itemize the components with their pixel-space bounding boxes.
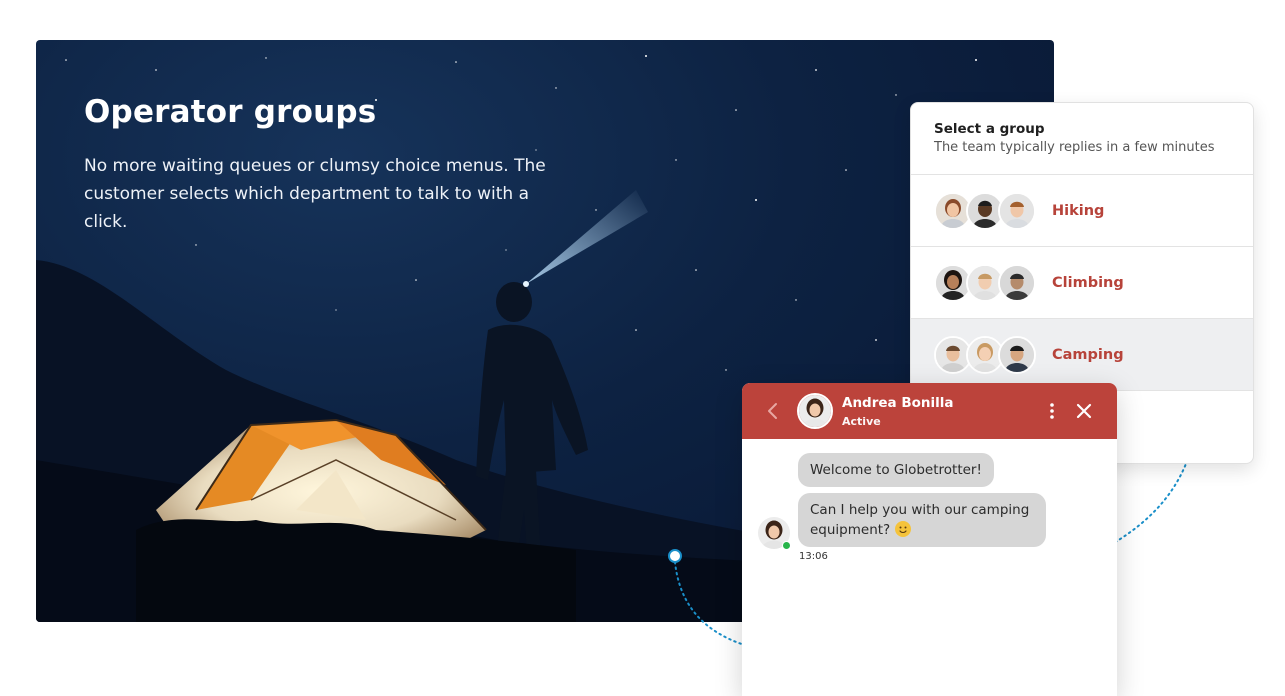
agent-avatar [797,393,833,429]
group-option-hiking[interactable]: Hiking [911,175,1253,247]
group-avatars [934,335,1036,374]
chevron-left-icon[interactable] [764,401,782,421]
chat-message-text: Welcome to Globetrotter! [810,462,982,478]
operator-avatar [998,191,1036,230]
group-name-climbing: Climbing [1052,274,1124,291]
hero-title: Operator groups [84,94,377,130]
group-selector-header: Select a group The team typically replie… [911,103,1253,175]
group-selector-title: Select a group [934,121,1045,137]
agent-status: Active [842,415,881,428]
group-selector-subtitle: The team typically replies in a few minu… [934,140,1215,155]
group-avatars [934,263,1036,302]
online-status-indicator [782,541,791,550]
group-name-camping: Camping [1052,346,1124,363]
chat-message: Can I help you with our camping equipmen… [798,493,1046,547]
slightly-smiling-face-icon [894,521,911,537]
headlamp-light [523,281,529,287]
more-vertical-icon[interactable] [1044,402,1060,420]
group-option-camping[interactable]: Camping [911,319,1253,391]
message-timestamp: 13:06 [799,551,828,562]
agent-name: Andrea Bonilla [842,395,954,411]
group-name-hiking: Hiking [1052,202,1105,219]
operator-avatar [998,263,1036,302]
group-option-climbing[interactable]: Climbing [911,247,1253,319]
chat-widget: Andrea Bonilla Active Welcome to Globetr… [742,383,1117,696]
chat-message: Welcome to Globetrotter! [798,453,994,487]
chat-header: Andrea Bonilla Active [742,383,1117,439]
hero-description: No more waiting queues or clumsy choice … [84,156,546,232]
chat-message-text: Can I help you with our camping equipmen… [810,502,1030,538]
close-icon[interactable] [1074,401,1094,421]
group-avatars [934,191,1036,230]
operator-avatar [998,335,1036,374]
